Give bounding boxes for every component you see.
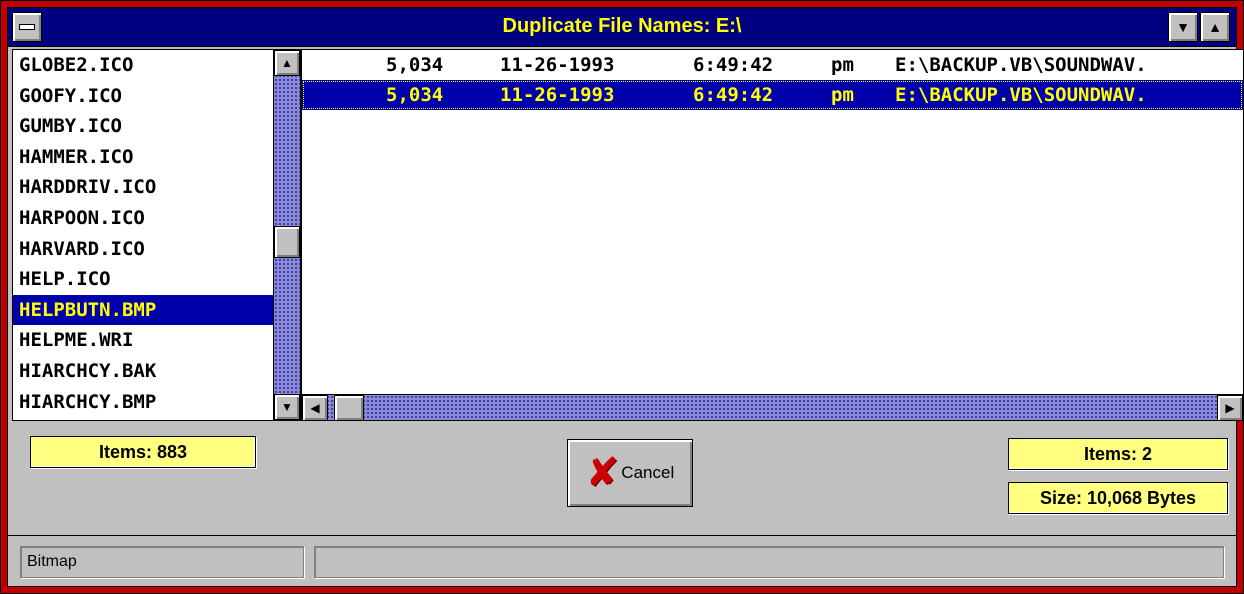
list-item[interactable]: GUMBY.ICO <box>13 111 273 142</box>
scrollbar-thumb[interactable] <box>274 226 300 258</box>
status-panel-info <box>314 546 1224 578</box>
file-path: E:\BACKUP.VB\SOUNDWAV. <box>895 54 1147 76</box>
scrollbar-thumb[interactable] <box>334 395 364 421</box>
file-ampm: pm <box>831 54 854 76</box>
scroll-up-arrow-icon[interactable]: ▲ <box>274 50 300 76</box>
scroll-right-arrow-icon[interactable]: ▶ <box>1217 395 1243 421</box>
file-ampm: pm <box>831 84 854 106</box>
file-name-list[interactable]: GLOBE2.ICO GOOFY.ICO GUMBY.ICO HAMMER.IC… <box>12 49 274 421</box>
window-frame: Duplicate File Names: E:\ ▼ ▲ GLOBE2.ICO… <box>0 0 1244 594</box>
duplicates-count: Items: 2 <box>1008 438 1228 470</box>
list-item[interactable]: HELPME.WRI <box>13 325 273 356</box>
file-path: E:\BACKUP.VB\SOUNDWAV. <box>895 84 1147 106</box>
dialog-window: Duplicate File Names: E:\ ▼ ▲ GLOBE2.ICO… <box>7 7 1244 587</box>
duplicates-list[interactable]: 5,034 11-26-1993 6:49:42 pm E:\BACKUP.VB… <box>301 49 1244 395</box>
scroll-down-arrow-icon[interactable]: ▼ <box>274 394 300 420</box>
list-item[interactable]: GLOBE2.ICO <box>13 50 273 81</box>
title-bar[interactable]: Duplicate File Names: E:\ ▼ ▲ <box>8 8 1236 47</box>
maximize-arrow-icon[interactable]: ▲ <box>1200 12 1230 42</box>
file-list-vertical-scrollbar[interactable]: ▲ ▼ <box>273 49 301 421</box>
list-item[interactable]: HIARCHCY.BAK <box>13 356 273 387</box>
list-item[interactable]: HELP.ICO <box>13 264 273 295</box>
file-time: 6:49:42 <box>693 54 774 76</box>
table-row[interactable]: 5,034 11-26-1993 6:49:42 pm E:\BACKUP.VB… <box>302 50 1243 80</box>
file-date: 11-26-1993 <box>500 84 615 106</box>
cancel-button-label: Cancel <box>621 463 675 482</box>
file-date: 11-26-1993 <box>500 54 615 76</box>
duplicates-size: Size: 10,068 Bytes <box>1008 482 1228 514</box>
red-x-icon: ✘ <box>585 450 620 496</box>
file-list-count: Items: 883 <box>30 436 256 468</box>
list-item[interactable]: HARDDRIV.ICO <box>13 172 273 203</box>
duplicates-horizontal-scrollbar[interactable]: ◀ ▶ <box>301 394 1244 421</box>
file-time: 6:49:42 <box>693 84 774 106</box>
minimize-arrow-icon[interactable]: ▼ <box>1168 12 1198 42</box>
file-size: 5,034 <box>386 84 444 106</box>
scroll-left-arrow-icon[interactable]: ◀ <box>302 395 328 421</box>
list-item[interactable]: HARPOON.ICO <box>13 203 273 234</box>
cancel-button[interactable]: ✘ Cancel <box>567 439 693 507</box>
status-panel-type: Bitmap <box>20 546 304 578</box>
window-title: Duplicate File Names: E:\ <box>502 15 742 37</box>
status-bar: Bitmap <box>8 535 1236 586</box>
list-item-selected[interactable]: HELPBUTN.BMP <box>13 294 273 326</box>
table-row-selected[interactable]: 5,034 11-26-1993 6:49:42 pm E:\BACKUP.VB… <box>302 80 1243 110</box>
list-item[interactable]: HARVARD.ICO <box>13 234 273 265</box>
list-item[interactable]: HAMMER.ICO <box>13 142 273 173</box>
file-size: 5,034 <box>386 54 444 76</box>
list-item[interactable]: HIARCHCY.BMP <box>13 387 273 418</box>
list-item[interactable]: GOOFY.ICO <box>13 81 273 112</box>
